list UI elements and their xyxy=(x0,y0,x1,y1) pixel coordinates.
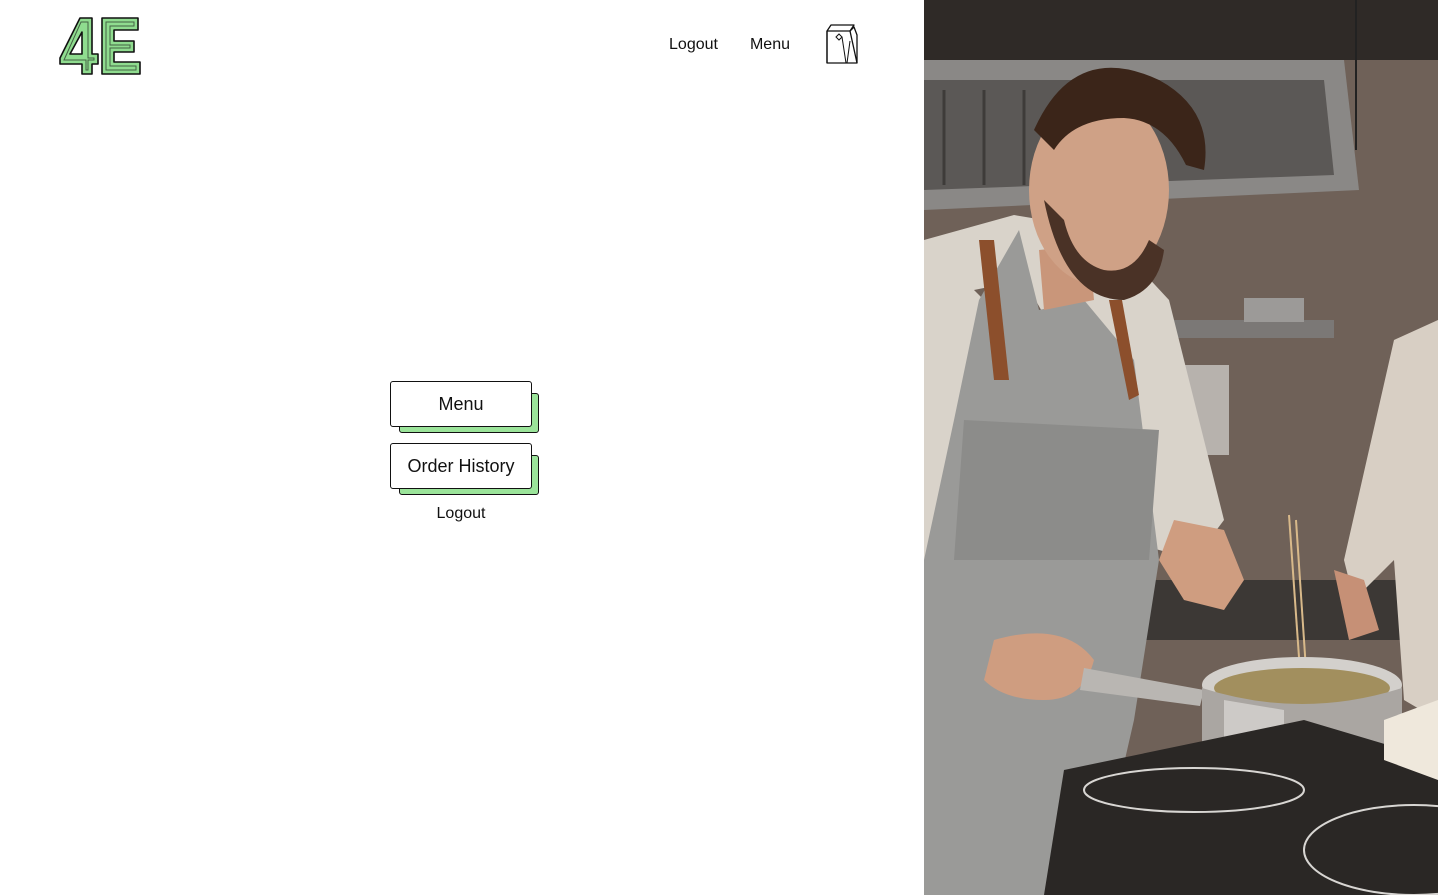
hero-photo xyxy=(924,0,1438,895)
shopping-bag-icon[interactable] xyxy=(824,23,860,67)
order-history-button-wrapper: Order History xyxy=(390,443,539,495)
nav-menu-link[interactable]: Menu xyxy=(750,36,790,54)
nav-logout-link[interactable]: Logout xyxy=(669,36,718,54)
top-nav: Logout Menu xyxy=(669,22,860,68)
order-history-button[interactable]: Order History xyxy=(390,443,532,489)
logout-link[interactable]: Logout xyxy=(390,505,532,523)
left-panel: Logout Menu Menu Order History Logout xyxy=(0,0,924,895)
chef-illustration xyxy=(924,0,1438,895)
brand-logo[interactable] xyxy=(56,14,144,78)
menu-button[interactable]: Menu xyxy=(390,381,532,427)
menu-button-wrapper: Menu xyxy=(390,381,539,433)
account-actions: Menu Order History Logout xyxy=(390,381,540,523)
